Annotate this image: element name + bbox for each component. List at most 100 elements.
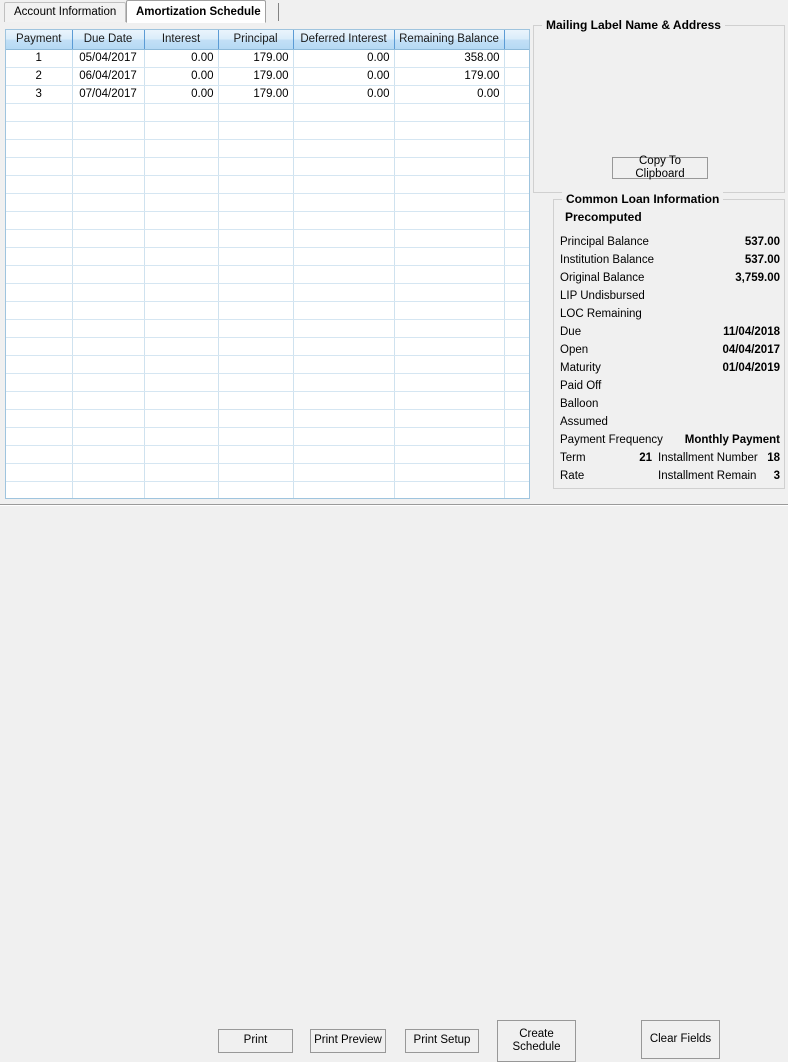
cell-empty[interactable] bbox=[72, 139, 145, 158]
table-row-empty[interactable] bbox=[6, 121, 529, 140]
cell-empty[interactable] bbox=[504, 427, 529, 446]
cell-empty[interactable] bbox=[293, 301, 395, 320]
mailing-label-textarea[interactable] bbox=[540, 36, 780, 156]
cell-empty[interactable] bbox=[6, 283, 73, 302]
cell-principal[interactable]: 179.00 bbox=[218, 49, 294, 68]
cell-empty[interactable] bbox=[504, 229, 529, 248]
cell-payment[interactable]: 2 bbox=[6, 67, 73, 86]
cell-empty[interactable] bbox=[293, 265, 395, 284]
cell-empty[interactable] bbox=[218, 337, 294, 356]
create-schedule-button[interactable]: Create Schedule bbox=[497, 1020, 576, 1062]
cell-empty[interactable] bbox=[218, 301, 294, 320]
cell-empty[interactable] bbox=[504, 103, 529, 122]
cell-empty[interactable] bbox=[293, 409, 395, 428]
cell-empty[interactable] bbox=[6, 139, 73, 158]
cell-empty[interactable] bbox=[504, 283, 529, 302]
print-button[interactable]: Print bbox=[218, 1029, 293, 1053]
cell-empty[interactable] bbox=[293, 247, 395, 266]
cell-empty[interactable] bbox=[144, 427, 219, 446]
print-setup-button[interactable]: Print Setup bbox=[405, 1029, 479, 1053]
cell-empty[interactable] bbox=[72, 319, 145, 338]
cell-empty[interactable] bbox=[293, 355, 395, 374]
cell-empty[interactable] bbox=[218, 265, 294, 284]
cell-empty[interactable] bbox=[293, 211, 395, 230]
cell-principal[interactable]: 179.00 bbox=[218, 67, 294, 86]
cell-empty[interactable] bbox=[218, 247, 294, 266]
cell-empty[interactable] bbox=[144, 445, 219, 464]
cell-deferred-interest[interactable]: 0.00 bbox=[293, 85, 395, 104]
cell-empty[interactable] bbox=[293, 139, 395, 158]
cell-empty[interactable] bbox=[394, 139, 505, 158]
table-row-empty[interactable] bbox=[6, 265, 529, 284]
column-header-due-date[interactable]: Due Date bbox=[72, 30, 145, 50]
table-row-empty[interactable] bbox=[6, 463, 529, 482]
cell-empty[interactable] bbox=[218, 175, 294, 194]
cell-empty[interactable] bbox=[6, 355, 73, 374]
cell-empty[interactable] bbox=[218, 157, 294, 176]
cell-empty[interactable] bbox=[72, 373, 145, 392]
cell-empty[interactable] bbox=[6, 373, 73, 392]
cell-empty[interactable] bbox=[218, 355, 294, 374]
cell-due-date[interactable]: 05/04/2017 bbox=[72, 49, 145, 68]
cell-empty[interactable] bbox=[504, 445, 529, 464]
cell-empty[interactable] bbox=[144, 211, 219, 230]
table-row-empty[interactable] bbox=[6, 157, 529, 176]
cell-empty[interactable] bbox=[504, 373, 529, 392]
cell-empty[interactable] bbox=[144, 139, 219, 158]
table-row-empty[interactable] bbox=[6, 319, 529, 338]
cell-empty[interactable] bbox=[394, 427, 505, 446]
clear-fields-button[interactable]: Clear Fields bbox=[641, 1020, 720, 1059]
cell-empty[interactable] bbox=[504, 157, 529, 176]
cell-empty[interactable] bbox=[293, 373, 395, 392]
cell-empty[interactable] bbox=[504, 319, 529, 338]
cell-empty[interactable] bbox=[6, 445, 73, 464]
cell-empty[interactable] bbox=[504, 211, 529, 230]
cell-empty[interactable] bbox=[394, 103, 505, 122]
cell-empty[interactable] bbox=[144, 481, 219, 498]
cell-empty[interactable] bbox=[72, 427, 145, 446]
cell-empty[interactable] bbox=[6, 229, 73, 248]
cell-empty[interactable] bbox=[504, 121, 529, 140]
cell-empty[interactable] bbox=[394, 481, 505, 498]
cell-empty[interactable] bbox=[72, 157, 145, 176]
cell-remaining-balance[interactable]: 358.00 bbox=[394, 49, 505, 68]
cell-empty[interactable] bbox=[218, 319, 294, 338]
cell-empty[interactable] bbox=[218, 139, 294, 158]
cell-empty[interactable] bbox=[72, 481, 145, 498]
cell-empty[interactable] bbox=[293, 319, 395, 338]
amortization-schedule-grid[interactable]: Payment Due Date Interest Principal Defe… bbox=[5, 29, 530, 499]
cell-empty[interactable] bbox=[293, 391, 395, 410]
cell-extra[interactable] bbox=[504, 85, 529, 104]
cell-empty[interactable] bbox=[218, 283, 294, 302]
cell-empty[interactable] bbox=[394, 463, 505, 482]
cell-empty[interactable] bbox=[504, 481, 529, 498]
column-header-remaining-balance[interactable]: Remaining Balance bbox=[394, 30, 505, 50]
cell-empty[interactable] bbox=[6, 319, 73, 338]
table-row-empty[interactable] bbox=[6, 139, 529, 158]
cell-empty[interactable] bbox=[6, 193, 73, 212]
cell-empty[interactable] bbox=[144, 103, 219, 122]
cell-empty[interactable] bbox=[72, 355, 145, 374]
cell-empty[interactable] bbox=[144, 175, 219, 194]
table-row-empty[interactable] bbox=[6, 355, 529, 374]
cell-deferred-interest[interactable]: 0.00 bbox=[293, 49, 395, 68]
cell-empty[interactable] bbox=[218, 463, 294, 482]
cell-empty[interactable] bbox=[72, 247, 145, 266]
cell-empty[interactable] bbox=[72, 265, 145, 284]
cell-empty[interactable] bbox=[6, 301, 73, 320]
cell-empty[interactable] bbox=[504, 247, 529, 266]
cell-empty[interactable] bbox=[293, 229, 395, 248]
table-row-empty[interactable] bbox=[6, 373, 529, 392]
table-row-empty[interactable] bbox=[6, 103, 529, 122]
cell-empty[interactable] bbox=[394, 229, 505, 248]
cell-empty[interactable] bbox=[293, 175, 395, 194]
column-header-principal[interactable]: Principal bbox=[218, 30, 294, 50]
cell-empty[interactable] bbox=[394, 391, 505, 410]
cell-empty[interactable] bbox=[218, 409, 294, 428]
cell-remaining-balance[interactable]: 179.00 bbox=[394, 67, 505, 86]
column-header-interest[interactable]: Interest bbox=[144, 30, 219, 50]
cell-empty[interactable] bbox=[6, 247, 73, 266]
cell-empty[interactable] bbox=[144, 247, 219, 266]
cell-empty[interactable] bbox=[394, 211, 505, 230]
table-row-empty[interactable] bbox=[6, 409, 529, 428]
